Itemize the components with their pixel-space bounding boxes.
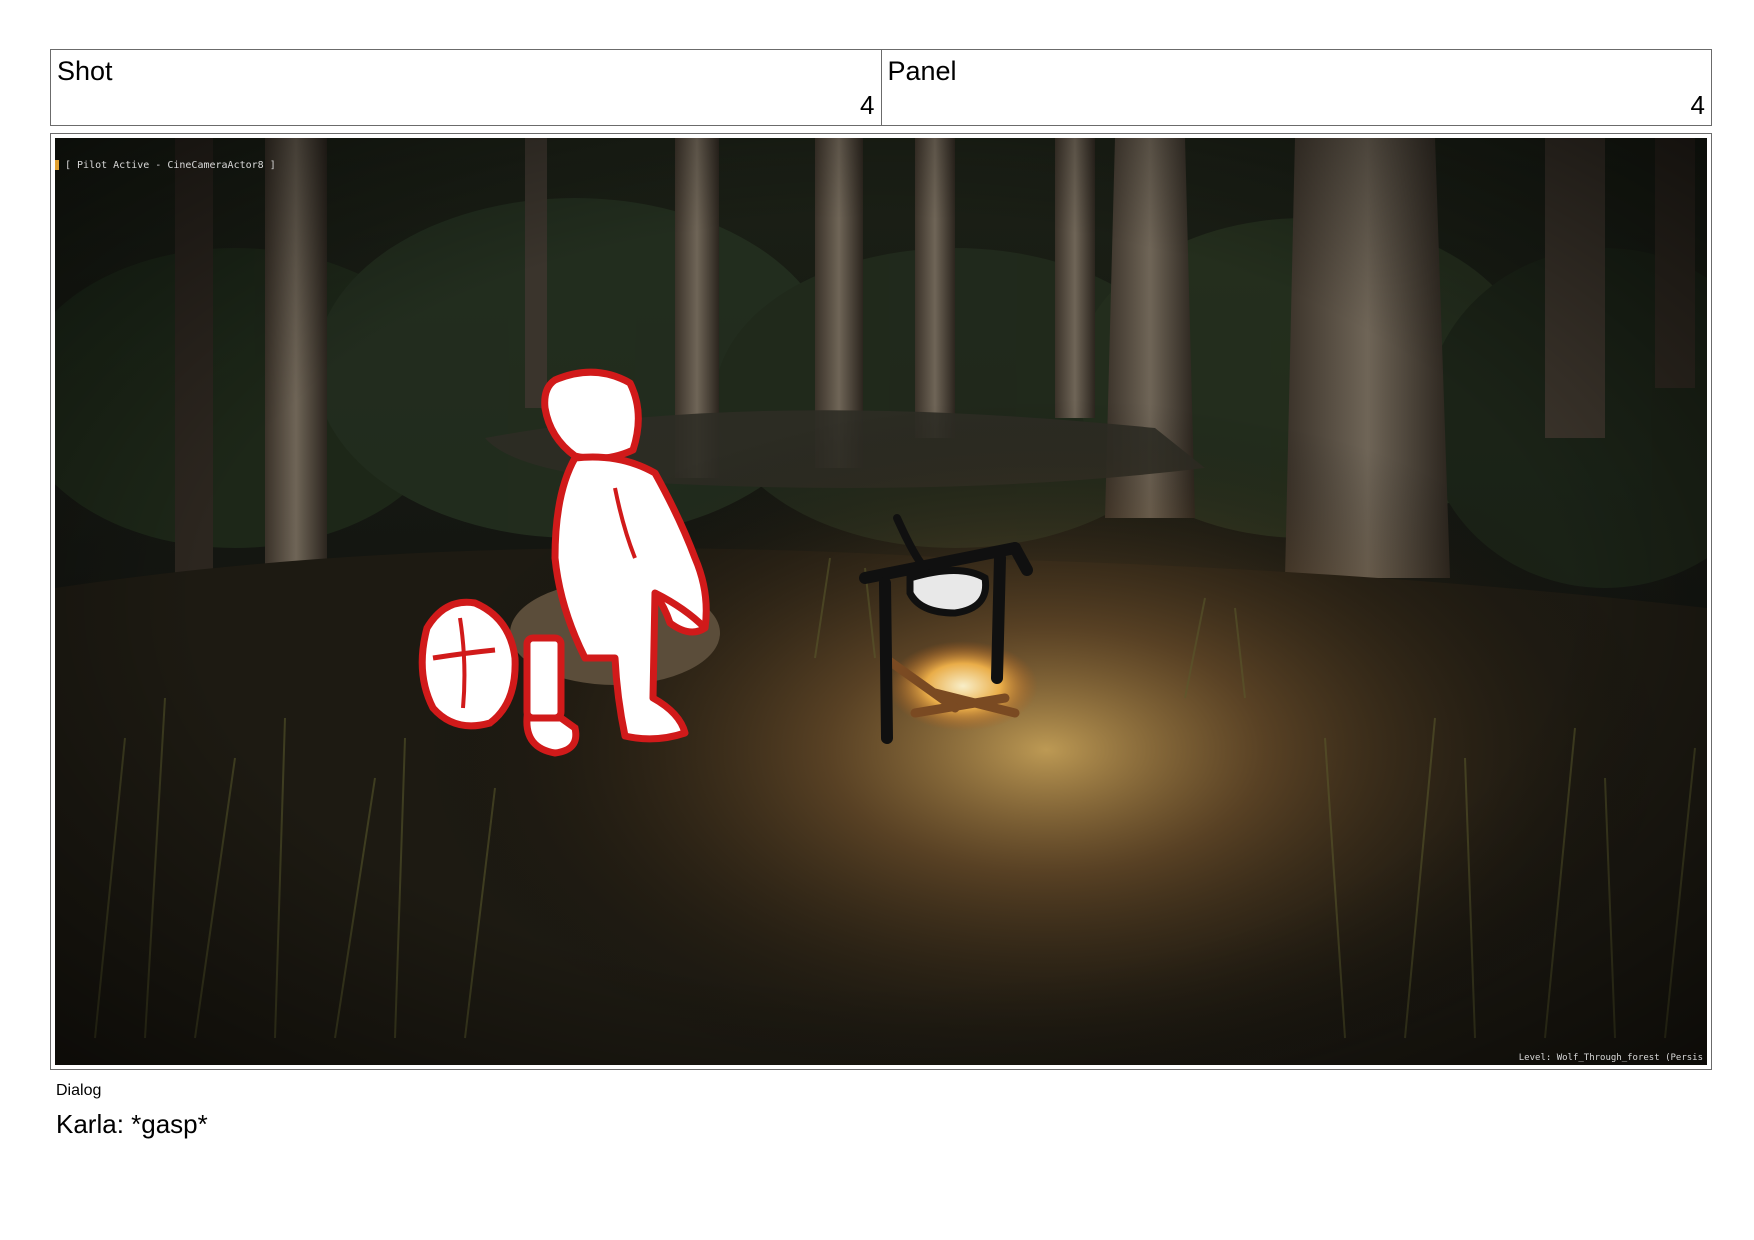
panel-cell: Panel 4: [880, 50, 1712, 125]
panel-label: Panel: [887, 56, 957, 86]
viewport-level-overlay: Level: Wolf_Through_forest (Persis: [1519, 1053, 1703, 1063]
dialog-text: Karla: *gasp*: [56, 1109, 208, 1139]
panel-number: 4: [1690, 90, 1705, 120]
shot-number: 4: [860, 90, 875, 120]
dialog-label: Dialog: [56, 1082, 102, 1099]
shot-cell: Shot 4: [51, 50, 881, 125]
forest-campfire-scene: [ Pilot Active - CineCameraActor8 ] Leve…: [55, 138, 1707, 1065]
shot-label: Shot: [57, 56, 113, 86]
shot-panel-header: Shot 4 Panel 4: [50, 49, 1712, 126]
viewport-camera-overlay: [ Pilot Active - CineCameraActor8 ]: [65, 160, 276, 171]
storyboard-frame: [ Pilot Active - CineCameraActor8 ] Leve…: [50, 133, 1712, 1070]
